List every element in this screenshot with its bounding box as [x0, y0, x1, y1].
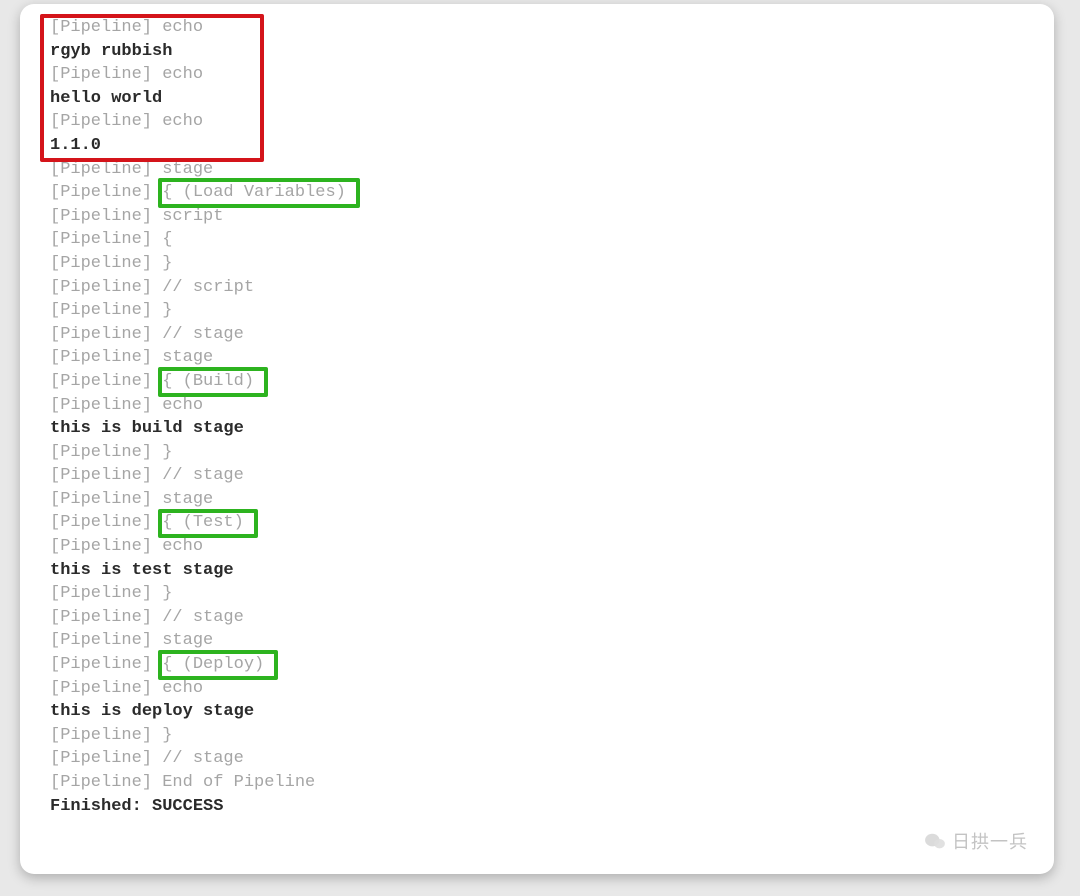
console-line: this is test stage: [50, 559, 1024, 583]
console-line: [Pipeline] { (Build): [50, 370, 1024, 394]
console-line: [Pipeline] }: [50, 724, 1024, 748]
console-line: [Pipeline] }: [50, 252, 1024, 276]
console-line: [Pipeline] echo: [50, 110, 1024, 134]
console-line: [Pipeline] stage: [50, 158, 1024, 182]
console-line: this is deploy stage: [50, 700, 1024, 724]
console-line: [Pipeline] { (Deploy): [50, 653, 1024, 677]
console-line: rgyb rubbish: [50, 40, 1024, 64]
console-line: [Pipeline] }: [50, 582, 1024, 606]
console-line: [Pipeline] End of Pipeline: [50, 771, 1024, 795]
console-line: [Pipeline] {: [50, 228, 1024, 252]
console-line: [Pipeline] // stage: [50, 606, 1024, 630]
console-line: [Pipeline] // stage: [50, 747, 1024, 771]
console-line: [Pipeline] }: [50, 441, 1024, 465]
wechat-icon: [924, 832, 946, 850]
console-line: [Pipeline] stage: [50, 346, 1024, 370]
console-line: [Pipeline] stage: [50, 488, 1024, 512]
console-line: Finished: SUCCESS: [50, 795, 1024, 819]
console-line: [Pipeline] echo: [50, 16, 1024, 40]
console-line: [Pipeline] // script: [50, 276, 1024, 300]
console-line: [Pipeline] { (Test): [50, 511, 1024, 535]
console-line: [Pipeline] { (Load Variables): [50, 181, 1024, 205]
console-line: [Pipeline] echo: [50, 535, 1024, 559]
console-line: hello world: [50, 87, 1024, 111]
console-line: [Pipeline] echo: [50, 394, 1024, 418]
watermark: 日拱一兵: [924, 828, 1028, 854]
watermark-text: 日拱一兵: [952, 828, 1028, 854]
console-line: [Pipeline] script: [50, 205, 1024, 229]
console-line: [Pipeline] echo: [50, 63, 1024, 87]
console-line: [Pipeline] stage: [50, 629, 1024, 653]
console-line: [Pipeline] // stage: [50, 323, 1024, 347]
console-line: 1.1.0: [50, 134, 1024, 158]
console-card: [Pipeline] echorgyb rubbish[Pipeline] ec…: [20, 4, 1054, 874]
console-line: [Pipeline] }: [50, 299, 1024, 323]
pipeline-console-output: [Pipeline] echorgyb rubbish[Pipeline] ec…: [50, 16, 1024, 818]
console-line: [Pipeline] // stage: [50, 464, 1024, 488]
console-line: [Pipeline] echo: [50, 677, 1024, 701]
console-line: this is build stage: [50, 417, 1024, 441]
